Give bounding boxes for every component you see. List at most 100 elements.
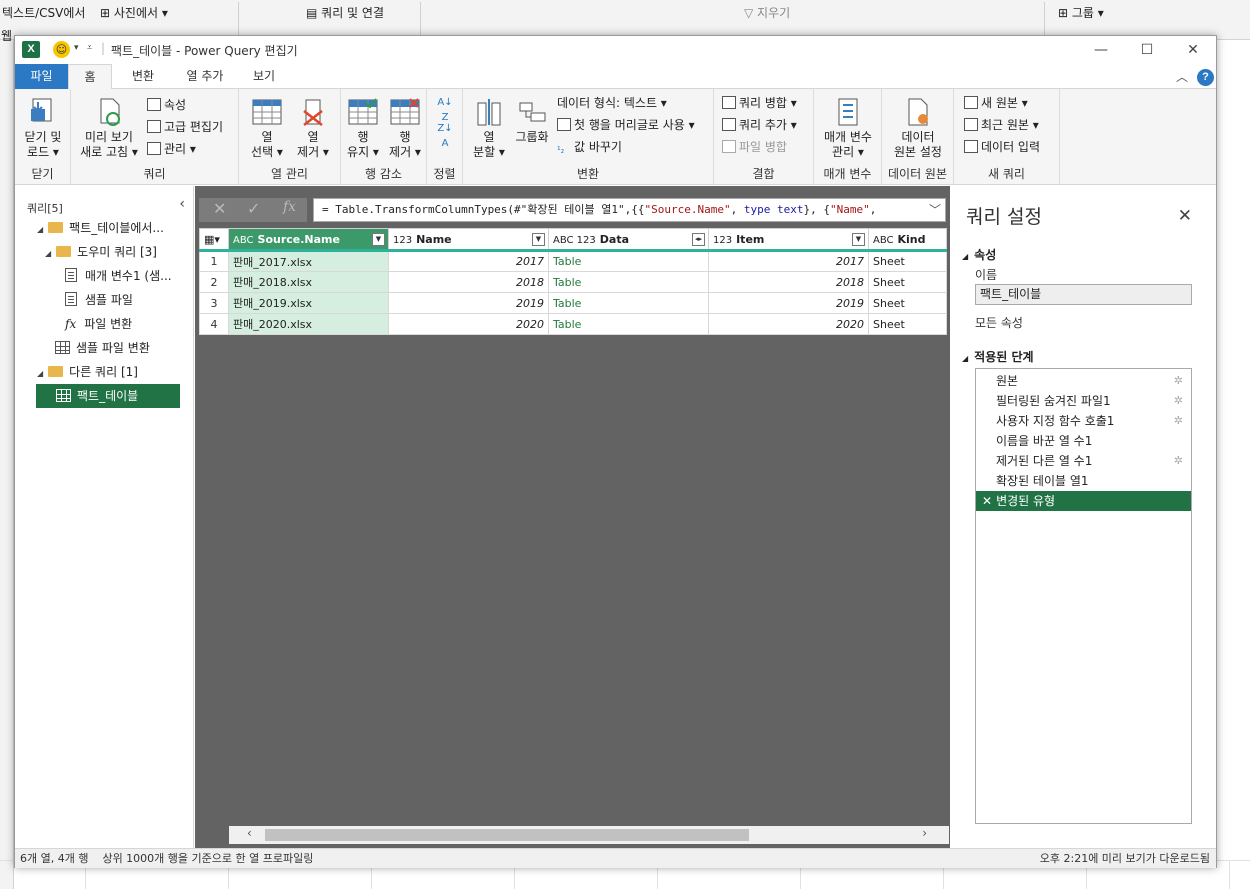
expand-arrow-icon[interactable]: ◢ <box>37 362 43 386</box>
cell-data-table-link[interactable]: Table <box>548 250 709 272</box>
cell-item[interactable]: 2017 <box>708 250 869 272</box>
tab-home[interactable]: 홈 <box>68 64 112 90</box>
all-properties-link[interactable]: 모든 속성 <box>975 314 1023 331</box>
expand-arrow-icon[interactable]: ◢ <box>45 242 51 266</box>
help-icon[interactable]: ? <box>1197 69 1214 86</box>
column-header-item[interactable]: 123 Item ▼ <box>708 228 869 252</box>
cell-source-name[interactable]: 판매_2018.xlsx <box>228 271 389 293</box>
column-header-name[interactable]: 123 Name ▼ <box>388 228 549 252</box>
expand-formula-icon[interactable]: ﹀ <box>928 199 941 221</box>
cell-kind[interactable]: Sheet <box>868 292 947 314</box>
nav-item-transform-file[interactable]: fx 파일 변환 <box>65 312 132 336</box>
horizontal-scrollbar[interactable]: ‹ › <box>229 826 949 844</box>
tab-view[interactable]: 보기 <box>242 64 286 89</box>
expand-column-icon[interactable]: ◂▸ <box>692 233 705 246</box>
data-type-dropdown[interactable]: 데이터 형식: 텍스트 ▾ <box>557 93 667 113</box>
cell-kind[interactable]: Sheet <box>868 271 947 293</box>
delete-step-icon[interactable]: ✕ <box>982 494 992 508</box>
split-column-button[interactable]: 열 분할 ▾ <box>467 97 511 160</box>
column-header-source-name[interactable]: ABC Source.Name ▼ <box>228 228 389 252</box>
row-number[interactable]: 4 <box>199 313 229 335</box>
remove-columns-button[interactable]: 열 제거 ▾ <box>291 97 335 160</box>
customize-toolbar-icon[interactable]: ⩡ <box>87 43 92 53</box>
collapse-arrow-icon[interactable]: ◢ <box>962 354 968 363</box>
applied-steps-section-head[interactable]: ◢ 적용된 단계 <box>962 348 1034 365</box>
cell-source-name[interactable]: 판매_2019.xlsx <box>228 292 389 314</box>
new-source-button[interactable]: 새 원본 ▾ <box>964 93 1028 113</box>
step-removed-other-columns[interactable]: 제거된 다른 열 수1 ✲ <box>976 451 1191 471</box>
cell-name[interactable]: 2019 <box>388 292 549 314</box>
row-number[interactable]: 1 <box>199 250 229 272</box>
advanced-editor-button[interactable]: 고급 편집기 <box>147 117 223 137</box>
excel-queries-connections-button[interactable]: ▤ 쿼리 및 연결 <box>306 4 384 21</box>
minimize-button[interactable]: — <box>1086 40 1116 60</box>
row-number[interactable]: 3 <box>199 292 229 314</box>
tab-file[interactable]: 파일 <box>15 64 68 89</box>
scroll-left-icon[interactable]: ‹ <box>247 826 252 840</box>
close-button[interactable]: ✕ <box>1178 40 1208 60</box>
cell-item[interactable]: 2020 <box>708 313 869 335</box>
smiley-feedback-icon[interactable]: ☺ <box>53 41 70 58</box>
step-renamed-columns[interactable]: 이름을 바꾼 열 수1 <box>976 431 1191 451</box>
gear-icon[interactable]: ✲ <box>1174 391 1183 411</box>
cell-source-name[interactable]: 판매_2020.xlsx <box>228 313 389 335</box>
enter-data-button[interactable]: 데이터 입력 <box>964 137 1040 157</box>
table-menu-icon[interactable]: ▦▾ <box>199 228 229 252</box>
scrollbar-thumb[interactable] <box>265 829 749 841</box>
close-and-load-button[interactable]: 닫기 및 로드 ▾ <box>21 97 65 160</box>
data-source-settings-button[interactable]: 데이터 원본 설정 <box>886 97 950 160</box>
quick-access-dropdown-icon[interactable]: ▾ <box>74 43 79 53</box>
column-type-icon[interactable]: 123 <box>713 235 732 246</box>
sort-descending-icon[interactable]: Z↓ A <box>435 121 455 151</box>
nav-folder-fact-table[interactable]: ◢ 팩트_테이블에서... <box>37 216 164 240</box>
nav-folder-other-queries[interactable]: ◢ 다른 쿼리 [1] <box>37 360 138 384</box>
filter-dropdown-icon[interactable]: ▼ <box>372 233 385 246</box>
cell-data-table-link[interactable]: Table <box>548 313 709 335</box>
fx-icon[interactable]: fx <box>283 199 296 215</box>
cell-item[interactable]: 2018 <box>708 271 869 293</box>
properties-section-head[interactable]: ◢ 속성 <box>962 246 996 263</box>
gear-icon[interactable]: ✲ <box>1174 451 1183 471</box>
cell-source-name[interactable]: 판매_2017.xlsx <box>228 250 389 272</box>
tab-transform[interactable]: 변환 <box>118 64 168 89</box>
excel-from-picture-button[interactable]: ⊞ 사진에서 ▾ <box>100 4 168 21</box>
commit-formula-icon[interactable]: ✓ <box>247 199 260 218</box>
cell-data-table-link[interactable]: Table <box>548 271 709 293</box>
tab-add-column[interactable]: 열 추가 <box>172 64 238 89</box>
maximize-button[interactable]: ☐ <box>1132 40 1162 60</box>
nav-item-sample-file[interactable]: 샘플 파일 <box>65 288 133 312</box>
formula-input[interactable]: = Table.TransformColumnTypes(#"확장된 테이블 열… <box>313 198 946 222</box>
cell-kind[interactable]: Sheet <box>868 250 947 272</box>
nav-item-fact-table[interactable]: 팩트_테이블 <box>36 384 180 408</box>
cell-name[interactable]: 2018 <box>388 271 549 293</box>
collapse-arrow-icon[interactable]: ◢ <box>962 252 968 261</box>
collapse-pane-icon[interactable]: ‹ <box>179 196 185 212</box>
properties-button[interactable]: 속성 <box>147 95 186 115</box>
cell-item[interactable]: 2019 <box>708 292 869 314</box>
manage-button[interactable]: 관리 ▾ <box>147 139 196 159</box>
gear-icon[interactable]: ✲ <box>1174 371 1183 391</box>
keep-rows-button[interactable]: 행 유지 ▾ <box>343 97 383 160</box>
nav-folder-helper-queries[interactable]: ◢ 도우미 쿼리 [3] <box>45 240 157 264</box>
column-type-icon[interactable]: ABC 123 <box>553 235 596 246</box>
excel-clear-button[interactable]: ▽ 지우기 <box>744 4 790 21</box>
nav-item-parameter1[interactable]: 매개 변수1 (샘... <box>65 264 172 288</box>
group-by-button[interactable]: 그룹화 <box>511 97 553 145</box>
filter-dropdown-icon[interactable]: ▼ <box>852 233 865 246</box>
step-invoke-custom-function[interactable]: 사용자 지정 함수 호출1 ✲ <box>976 411 1191 431</box>
remove-rows-button[interactable]: 행 제거 ▾ <box>385 97 425 160</box>
column-type-icon[interactable]: ABC <box>233 235 254 246</box>
excel-group-button[interactable]: ⊞ 그룹 ▾ <box>1058 4 1104 21</box>
combine-files-button[interactable]: 파일 병합 <box>722 137 787 157</box>
column-header-data[interactable]: ABC 123 Data ◂▸ <box>548 228 709 252</box>
merge-queries-button[interactable]: 쿼리 병합 ▾ <box>722 93 797 113</box>
expand-arrow-icon[interactable]: ◢ <box>37 218 43 242</box>
filter-dropdown-icon[interactable]: ▼ <box>532 233 545 246</box>
manage-parameters-button[interactable]: 매개 변수 관리 ▾ <box>816 97 880 160</box>
query-name-input[interactable]: 팩트_테이블 <box>975 284 1192 305</box>
step-changed-type[interactable]: ✕ 변경된 유형 <box>976 491 1191 511</box>
column-type-icon[interactable]: 123 <box>393 235 412 246</box>
excel-text-csv-button[interactable]: 텍스트/CSV에서 <box>2 4 85 21</box>
choose-columns-button[interactable]: 열 선택 ▾ <box>245 97 289 160</box>
cell-kind[interactable]: Sheet <box>868 313 947 335</box>
